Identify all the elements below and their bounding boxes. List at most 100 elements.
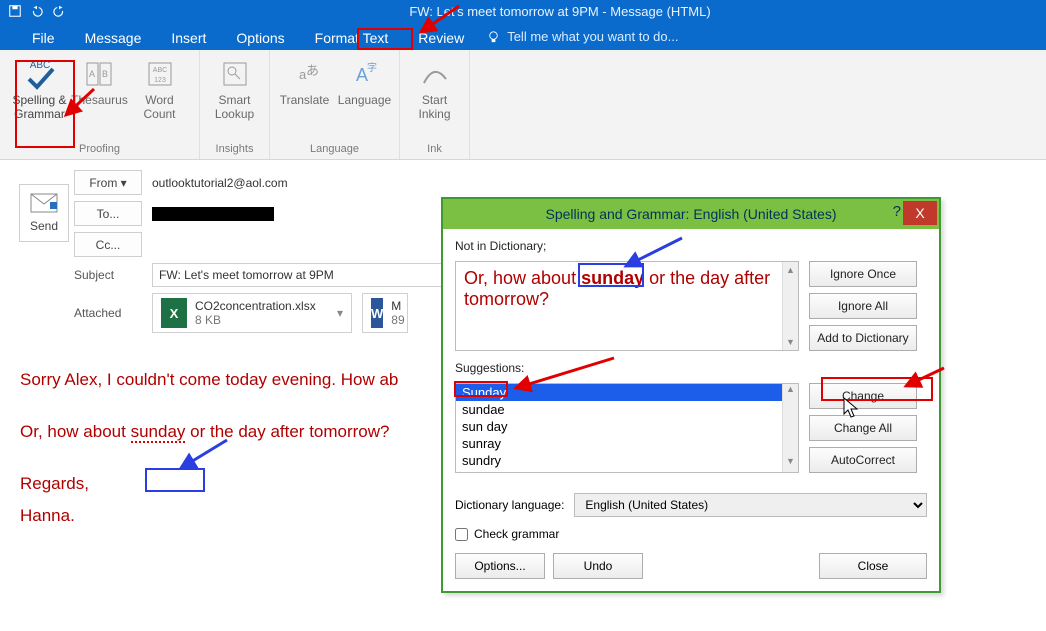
spelling-label: Spelling & Grammar [12, 91, 66, 121]
from-button[interactable]: From ▾ [74, 170, 142, 195]
autocorrect-button[interactable]: AutoCorrect [809, 447, 917, 473]
scroll-up-icon[interactable]: ▲ [783, 262, 798, 278]
check-grammar-label: Check grammar [474, 527, 559, 541]
options-button[interactable]: Options... [455, 553, 545, 579]
spelling-grammar-dialog: Spelling and Grammar: English (United St… [441, 197, 941, 593]
word-count-label: Word Count [143, 91, 175, 121]
lightbulb-icon [486, 29, 501, 44]
help-icon[interactable]: ? [893, 203, 901, 220]
tab-format-text[interactable]: Format Text [303, 24, 401, 50]
tell-me-input[interactable]: Tell me what you want to do... [507, 29, 678, 44]
suggestion-item[interactable]: sundae [456, 401, 798, 418]
undo-icon[interactable] [30, 4, 44, 21]
smart-lookup-icon [218, 57, 252, 91]
tab-review[interactable]: Review [406, 24, 476, 50]
svg-text:あ: あ [306, 63, 319, 78]
ink-icon [418, 57, 452, 91]
smart-lookup-button[interactable]: Smart Lookup [205, 55, 265, 123]
language-icon: A字 [348, 57, 382, 91]
excel-icon: X [161, 298, 187, 328]
dialog-misspelled-word: sunday [581, 268, 644, 288]
change-button[interactable]: Change [809, 383, 917, 409]
translate-label: Translate [280, 91, 330, 107]
smart-lookup-label: Smart Lookup [215, 91, 254, 121]
scrollbar[interactable]: ▲ ▼ [782, 262, 798, 350]
thesaurus-label: Thesaurus [71, 91, 128, 107]
add-to-dictionary-button[interactable]: Add to Dictionary [809, 325, 917, 351]
attachment-name: CO2concentration.xlsx [195, 299, 316, 313]
word-icon: W [371, 298, 383, 328]
to-button[interactable]: To... [74, 201, 142, 226]
spelling-grammar-button[interactable]: ABC Spelling & Grammar [10, 55, 70, 123]
redo-icon[interactable] [52, 4, 66, 21]
suggestion-item[interactable]: sun day [456, 418, 798, 435]
ignore-once-button[interactable]: Ignore Once [809, 261, 917, 287]
spelling-icon: ABC [23, 57, 57, 91]
attachment-name: M [391, 299, 404, 313]
body-signature: Hanna. [20, 506, 75, 525]
thesaurus-button[interactable]: AB Thesaurus [70, 55, 130, 109]
suggestion-item[interactable]: sundry [456, 452, 798, 469]
cursor-icon [843, 397, 861, 419]
svg-text:123: 123 [154, 77, 166, 84]
close-button[interactable]: Close [819, 553, 927, 579]
scroll-down-icon[interactable]: ▼ [783, 456, 798, 472]
suggestion-item[interactable]: Sunday [456, 384, 798, 401]
check-grammar-checkbox[interactable] [455, 528, 468, 541]
attachment-item[interactable]: W M 89 [362, 293, 408, 333]
svg-text:A: A [88, 69, 94, 79]
close-icon[interactable]: X [903, 201, 937, 225]
send-label: Send [30, 219, 58, 233]
tab-options[interactable]: Options [224, 24, 296, 50]
attachment-size: 89 [391, 313, 404, 327]
translate-button[interactable]: aあ Translate [275, 55, 335, 109]
scroll-up-icon[interactable]: ▲ [783, 384, 798, 400]
tab-message[interactable]: Message [73, 24, 154, 50]
start-inking-label: Start Inking [418, 91, 450, 121]
envelope-icon [30, 193, 58, 213]
body-misspelled-word[interactable]: sunday [131, 422, 186, 443]
body-line-2a: Or, how about [20, 422, 131, 441]
attachment-size: 8 KB [195, 313, 316, 327]
start-inking-button[interactable]: Start Inking [405, 55, 465, 123]
group-ink: Ink [427, 143, 442, 157]
tab-insert[interactable]: Insert [159, 24, 218, 50]
chevron-down-icon[interactable]: ▾ [337, 306, 343, 320]
dialog-title: Spelling and Grammar: English (United St… [545, 206, 836, 222]
tab-file[interactable]: File [20, 24, 67, 50]
scroll-down-icon[interactable]: ▼ [783, 334, 798, 350]
subject-label: Subject [74, 268, 152, 282]
change-all-button[interactable]: Change All [809, 415, 917, 441]
word-count-button[interactable]: ABC 123 Word Count [130, 55, 190, 123]
not-in-dictionary-box[interactable]: Or, how about sunday or the day after to… [455, 261, 799, 351]
body-line-2c: or the day after tomorrow? [185, 422, 389, 441]
svg-text:字: 字 [367, 61, 377, 74]
svg-text:ABC: ABC [152, 67, 166, 74]
group-proofing: Proofing [79, 143, 120, 157]
window-title: FW: Let's meet tomorrow at 9PM - Message… [74, 0, 1046, 19]
to-value[interactable]: laura@example.com [152, 207, 274, 221]
ignore-all-button[interactable]: Ignore All [809, 293, 917, 319]
scrollbar[interactable]: ▲ ▼ [782, 384, 798, 472]
ribbon-tabs: File Message Insert Options Format Text … [0, 23, 1046, 50]
undo-button[interactable]: Undo [553, 553, 643, 579]
body-line-1: Sorry Alex, I couldn't come today evenin… [20, 370, 398, 389]
save-icon[interactable] [8, 4, 22, 21]
suggestions-list[interactable]: Sunday sundae sun day sunray sundry ▲ ▼ [455, 383, 799, 473]
cc-button[interactable]: Cc... [74, 232, 142, 257]
attached-label: Attached [74, 306, 152, 320]
suggestion-item[interactable]: sunray [456, 435, 798, 452]
language-label: Language [338, 91, 391, 107]
from-value: outlooktutorial2@aol.com [152, 176, 288, 190]
translate-icon: aあ [288, 57, 322, 91]
group-insights: Insights [216, 143, 254, 157]
ribbon: ABC Spelling & Grammar AB Thesaurus ABC 1… [0, 50, 1046, 160]
dialog-title-bar[interactable]: Spelling and Grammar: English (United St… [443, 199, 939, 229]
svg-text:B: B [101, 69, 107, 79]
svg-text:ABC: ABC [29, 60, 50, 71]
attachment-item[interactable]: X CO2concentration.xlsx 8 KB ▾ [152, 293, 352, 333]
dictionary-language-select[interactable]: English (United States) [574, 493, 927, 517]
send-button[interactable]: Send [19, 184, 69, 242]
dictionary-language-label: Dictionary language: [455, 498, 564, 512]
language-button[interactable]: A字 Language [335, 55, 395, 109]
